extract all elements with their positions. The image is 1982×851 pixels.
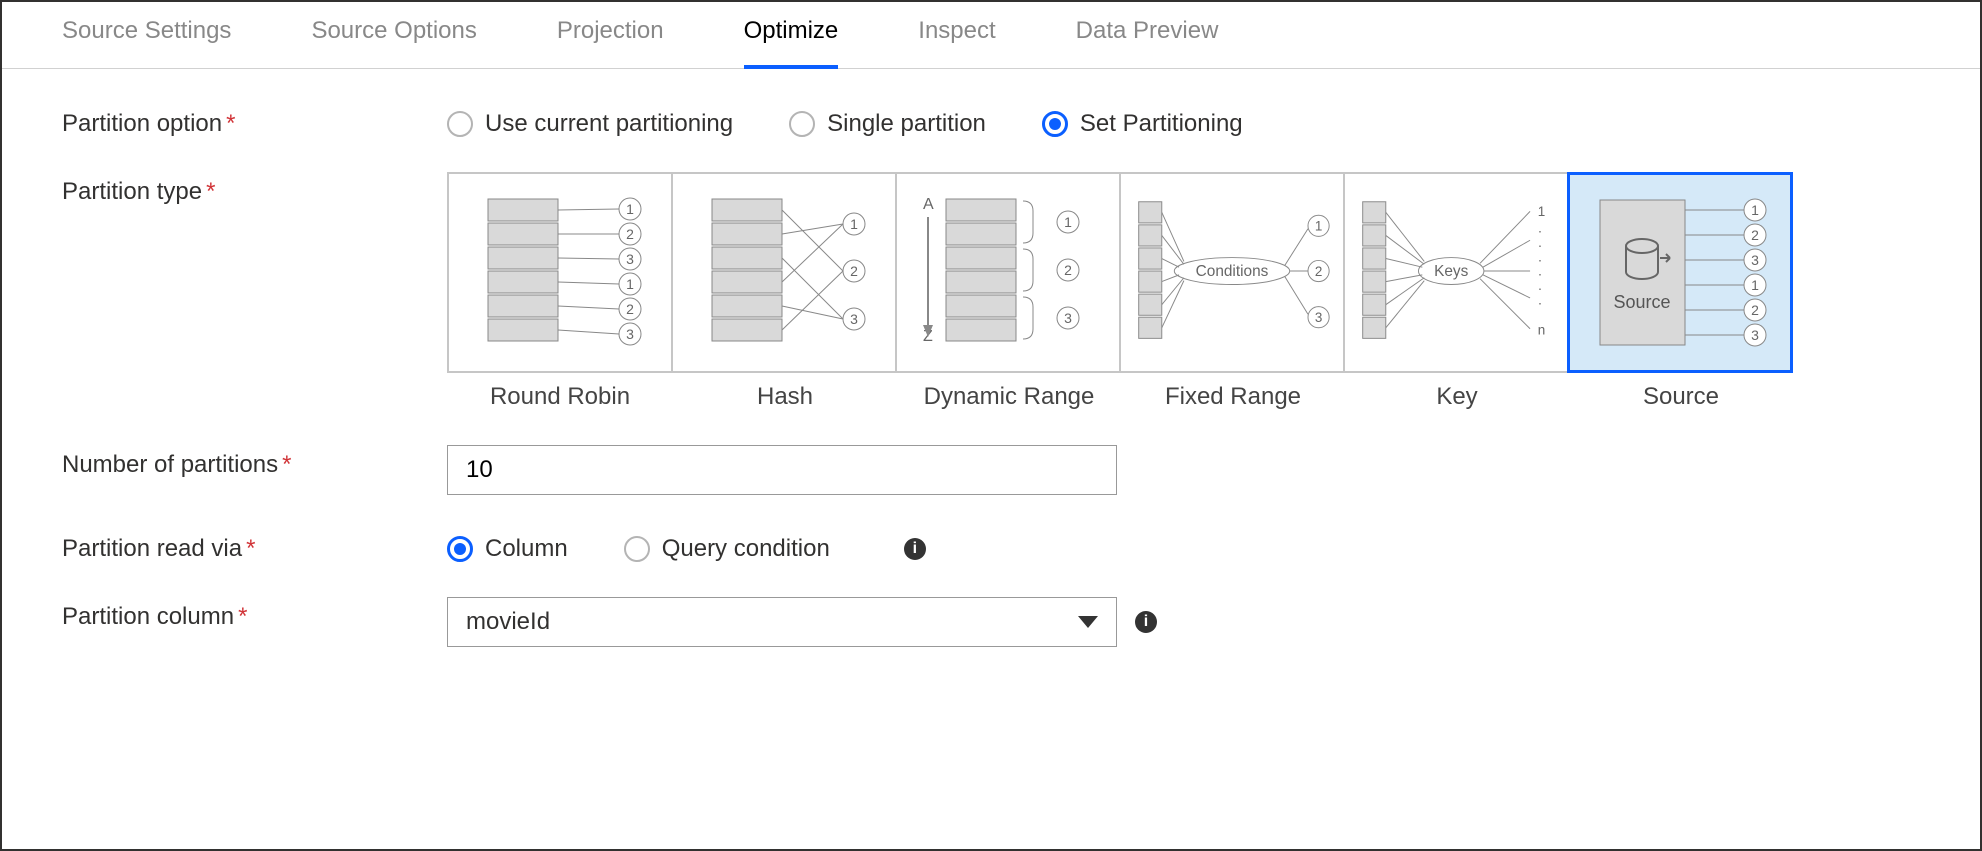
diagram-round-robin-icon: 1 2 3 1 2 3 bbox=[449, 174, 671, 369]
svg-text:·: · bbox=[1538, 296, 1542, 311]
svg-text:1: 1 bbox=[1538, 204, 1545, 219]
svg-text:·: · bbox=[1538, 238, 1542, 253]
label-num-partitions: Number of partitions* bbox=[62, 445, 447, 479]
card-label-source: Source bbox=[1569, 383, 1793, 411]
card-source[interactable]: Source 1 2 3 1 2 3 bbox=[1567, 172, 1793, 373]
tab-source-options[interactable]: Source Options bbox=[311, 17, 476, 68]
tab-source-settings[interactable]: Source Settings bbox=[62, 17, 231, 68]
label-partition-type: Partition type* bbox=[62, 172, 447, 206]
tab-data-preview[interactable]: Data Preview bbox=[1076, 17, 1219, 68]
info-icon[interactable]: i bbox=[1135, 611, 1157, 633]
svg-text:·: · bbox=[1538, 267, 1542, 282]
radio-query-condition[interactable]: Query condition bbox=[624, 535, 830, 563]
svg-text:2: 2 bbox=[1064, 262, 1072, 278]
diagram-source-icon: Source 1 2 3 1 2 3 bbox=[1570, 175, 1790, 370]
optimize-panel: Partition option* Use current partitioni… bbox=[2, 69, 1980, 716]
radio-icon bbox=[1042, 111, 1068, 137]
svg-text:3: 3 bbox=[626, 326, 634, 342]
card-label-dynamic-range: Dynamic Range bbox=[897, 383, 1121, 411]
read-via-group: Column Query condition i bbox=[447, 529, 926, 563]
label-read-via: Partition read via* bbox=[62, 529, 447, 563]
radio-icon bbox=[624, 536, 650, 562]
radio-icon bbox=[447, 536, 473, 562]
tab-projection[interactable]: Projection bbox=[557, 17, 664, 68]
svg-text:1: 1 bbox=[626, 276, 634, 292]
tab-optimize[interactable]: Optimize bbox=[744, 17, 839, 69]
diagram-dynamic-range-icon: A Z bbox=[897, 174, 1119, 369]
svg-text:·: · bbox=[1538, 252, 1542, 267]
tab-inspect[interactable]: Inspect bbox=[918, 17, 995, 68]
card-label-hash: Hash bbox=[673, 383, 897, 411]
svg-text:Source: Source bbox=[1613, 292, 1670, 312]
diagram-fixed-range-icon: Conditions 1 2 3 bbox=[1121, 174, 1343, 369]
radio-use-current[interactable]: Use current partitioning bbox=[447, 110, 733, 138]
svg-text:1: 1 bbox=[1751, 202, 1759, 218]
svg-text:Conditions: Conditions bbox=[1196, 263, 1269, 280]
svg-text:2: 2 bbox=[626, 226, 634, 242]
label-partition-option: Partition option* bbox=[62, 104, 447, 138]
svg-text:·: · bbox=[1538, 281, 1542, 296]
radio-icon bbox=[789, 111, 815, 137]
card-label-fixed-range: Fixed Range bbox=[1121, 383, 1345, 411]
svg-text:A: A bbox=[923, 196, 934, 213]
svg-text:2: 2 bbox=[850, 263, 858, 279]
radio-column[interactable]: Column bbox=[447, 535, 568, 563]
radio-single-partition[interactable]: Single partition bbox=[789, 110, 986, 138]
svg-text:3: 3 bbox=[1315, 310, 1322, 325]
svg-text:1: 1 bbox=[1315, 219, 1322, 234]
partition-option-group: Use current partitioning Single partitio… bbox=[447, 104, 1243, 138]
radio-icon bbox=[447, 111, 473, 137]
svg-text:·: · bbox=[1538, 223, 1542, 238]
radio-set-partitioning[interactable]: Set Partitioning bbox=[1042, 110, 1243, 138]
partition-type-cards: 1 2 3 1 2 3 bbox=[447, 172, 1793, 373]
card-fixed-range[interactable]: Conditions 1 2 3 bbox=[1119, 172, 1345, 373]
card-dynamic-range[interactable]: A Z bbox=[895, 172, 1121, 373]
card-label-key: Key bbox=[1345, 383, 1569, 411]
svg-text:2: 2 bbox=[1751, 302, 1759, 318]
svg-text:3: 3 bbox=[850, 311, 858, 327]
diagram-hash-icon: 1 2 3 bbox=[673, 174, 895, 369]
svg-text:Keys: Keys bbox=[1434, 263, 1468, 280]
svg-text:n: n bbox=[1538, 323, 1545, 338]
svg-text:1: 1 bbox=[626, 201, 634, 217]
svg-text:2: 2 bbox=[1751, 227, 1759, 243]
card-hash[interactable]: 1 2 3 bbox=[671, 172, 897, 373]
svg-text:3: 3 bbox=[1751, 252, 1759, 268]
diagram-key-icon: Keys 1 ··· ··· n bbox=[1345, 174, 1567, 369]
svg-text:2: 2 bbox=[1315, 264, 1322, 279]
label-partition-column: Partition column* bbox=[62, 597, 447, 631]
input-num-partitions[interactable] bbox=[447, 445, 1117, 495]
tabs-bar: Source Settings Source Options Projectio… bbox=[2, 2, 1980, 69]
svg-text:3: 3 bbox=[1751, 327, 1759, 343]
chevron-down-icon bbox=[1078, 616, 1098, 628]
svg-text:3: 3 bbox=[1064, 310, 1072, 326]
card-key[interactable]: Keys 1 ··· ··· n bbox=[1343, 172, 1569, 373]
svg-text:3: 3 bbox=[626, 251, 634, 267]
svg-text:1: 1 bbox=[850, 216, 858, 232]
info-icon[interactable]: i bbox=[904, 538, 926, 560]
svg-text:2: 2 bbox=[626, 301, 634, 317]
dropdown-partition-column[interactable]: movieId bbox=[447, 597, 1117, 647]
svg-text:1: 1 bbox=[1751, 277, 1759, 293]
svg-text:1: 1 bbox=[1064, 214, 1072, 230]
card-round-robin[interactable]: 1 2 3 1 2 3 bbox=[447, 172, 673, 373]
card-label-round-robin: Round Robin bbox=[447, 383, 673, 411]
